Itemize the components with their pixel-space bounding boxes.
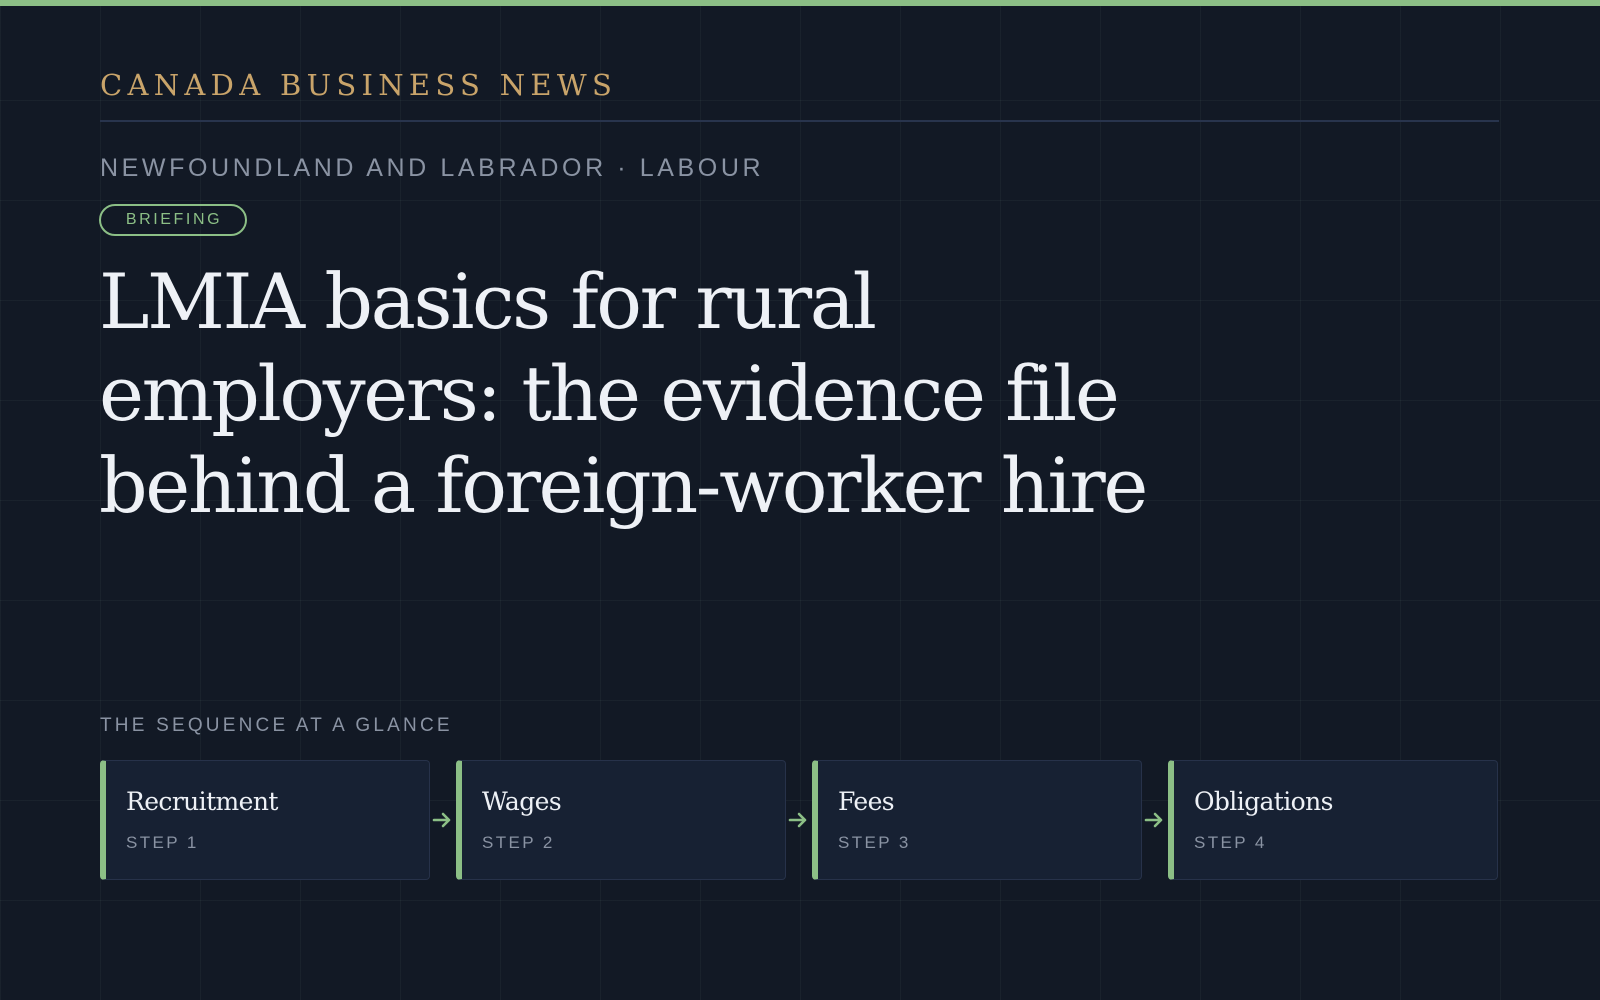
article-kicker: NEWFOUNDLAND AND LABRADOR · LABOUR	[100, 154, 765, 182]
step-card-wages: Wages STEP 2	[456, 760, 786, 880]
step-number: STEP 1	[126, 833, 199, 852]
step-number: STEP 3	[838, 833, 911, 852]
step-title: Fees	[838, 787, 895, 816]
step-card-obligations: Obligations STEP 4	[1168, 760, 1498, 880]
masthead-title: CANADA BUSINESS NEWS	[100, 68, 618, 102]
step-title: Wages	[482, 787, 562, 816]
sequence-section-label: THE SEQUENCE AT A GLANCE	[100, 715, 453, 736]
step-title: Obligations	[1194, 787, 1333, 816]
step-title: Recruitment	[126, 787, 278, 816]
masthead-divider	[100, 120, 1499, 122]
top-accent-bar	[0, 0, 1600, 6]
article-headline: LMIA basics for rural employers: the evi…	[99, 257, 1148, 530]
step-number: STEP 2	[482, 833, 555, 852]
briefing-badge: BRIEFING	[99, 204, 247, 236]
sequence-steps: Recruitment STEP 1 Wages STEP 2 Fees STE…	[100, 760, 1500, 880]
step-number: STEP 4	[1194, 833, 1267, 852]
step-card-fees: Fees STEP 3	[812, 760, 1142, 880]
arrow-right-icon	[432, 810, 452, 830]
step-card-recruitment: Recruitment STEP 1	[100, 760, 430, 880]
arrow-right-icon	[788, 810, 808, 830]
arrow-right-icon	[1144, 810, 1164, 830]
